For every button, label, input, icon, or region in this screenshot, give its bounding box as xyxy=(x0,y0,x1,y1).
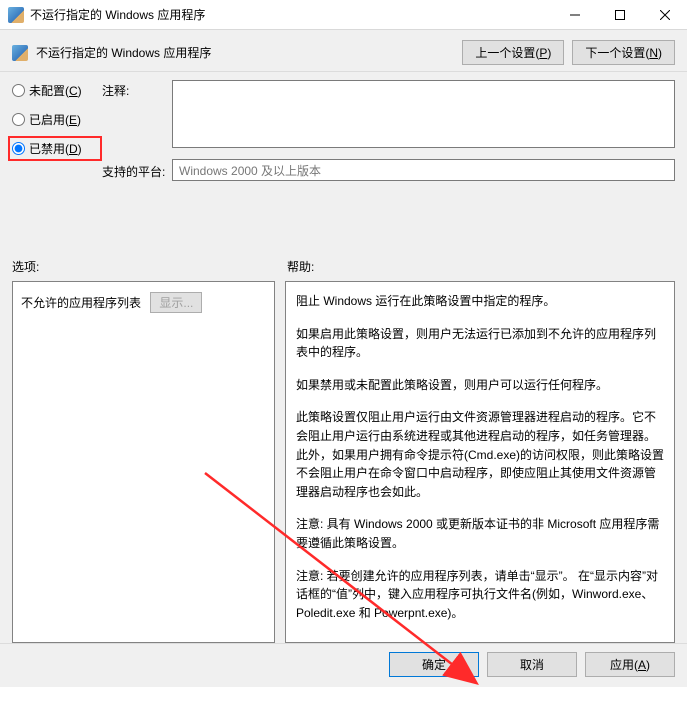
help-text: 注意: 具有 Windows 2000 或更新版本证书的非 Microsoft … xyxy=(296,515,664,552)
toolbar-caption: 不运行指定的 Windows 应用程序 xyxy=(36,44,454,61)
help-panel: 阻止 Windows 运行在此策略设置中指定的程序。 如果启用此策略设置，则用户… xyxy=(285,281,675,643)
policy-icon xyxy=(8,7,24,23)
help-text: 如果禁用或未配置此策略设置，则用户可以运行任何程序。 xyxy=(296,376,664,395)
show-button: 显示... xyxy=(150,292,202,313)
platform-label: 支持的平台: xyxy=(102,163,172,180)
close-button[interactable] xyxy=(642,0,687,29)
radio-disabled-label: 已禁用(D) xyxy=(29,140,82,157)
minimize-button[interactable] xyxy=(552,0,597,29)
radio-disabled[interactable]: 已禁用(D) xyxy=(12,140,98,157)
state-radio-group: 未配置(C) 已启用(E) 已禁用(D) xyxy=(12,80,102,169)
cancel-button[interactable]: 取消 xyxy=(487,652,577,677)
apply-button[interactable]: 应用(A) xyxy=(585,652,675,677)
radio-disabled-input[interactable] xyxy=(12,142,25,155)
options-panel: 不允许的应用程序列表 显示... xyxy=(12,281,275,643)
highlight-box: 已禁用(D) xyxy=(8,136,102,161)
platform-field xyxy=(172,159,675,181)
prev-setting-button[interactable]: 上一个设置(P) xyxy=(462,40,564,65)
policy-icon xyxy=(12,45,28,61)
radio-not-configured-label: 未配置(C) xyxy=(29,82,82,99)
options-label: 选项: xyxy=(12,258,287,275)
help-text: 注意: 若要创建允许的应用程序列表，请单击“显示”。 在“显示内容”对话框的“值… xyxy=(296,567,664,623)
ok-button[interactable]: 确定 xyxy=(389,652,479,677)
disallowed-list-label: 不允许的应用程序列表 xyxy=(21,296,141,310)
content-area: 未配置(C) 已启用(E) 已禁用(D) 注释: 支持的平台: 选项: 帮助: xyxy=(0,72,687,643)
titlebar: 不运行指定的 Windows 应用程序 xyxy=(0,0,687,30)
help-text: 如果启用此策略设置，则用户无法运行已添加到不允许的应用程序列表中的程序。 xyxy=(296,325,664,362)
maximize-button[interactable] xyxy=(597,0,642,29)
radio-enabled[interactable]: 已启用(E) xyxy=(12,111,98,128)
radio-enabled-label: 已启用(E) xyxy=(29,111,81,128)
footer: 确定 取消 应用(A) xyxy=(0,643,687,687)
radio-not-configured-input[interactable] xyxy=(12,84,25,97)
help-text: 阻止 Windows 运行在此策略设置中指定的程序。 xyxy=(296,292,664,311)
help-text: 此策略设置仅阻止用户运行由文件资源管理器进程启动的程序。它不会阻止用户运行由系统… xyxy=(296,408,664,501)
window-title: 不运行指定的 Windows 应用程序 xyxy=(30,6,552,23)
help-label: 帮助: xyxy=(287,258,314,275)
next-setting-button[interactable]: 下一个设置(N) xyxy=(572,40,675,65)
radio-not-configured[interactable]: 未配置(C) xyxy=(12,82,98,99)
radio-enabled-input[interactable] xyxy=(12,113,25,126)
toolbar: 不运行指定的 Windows 应用程序 上一个设置(P) 下一个设置(N) xyxy=(0,30,687,72)
comment-label: 注释: xyxy=(102,82,172,99)
comment-textarea[interactable] xyxy=(172,80,675,148)
